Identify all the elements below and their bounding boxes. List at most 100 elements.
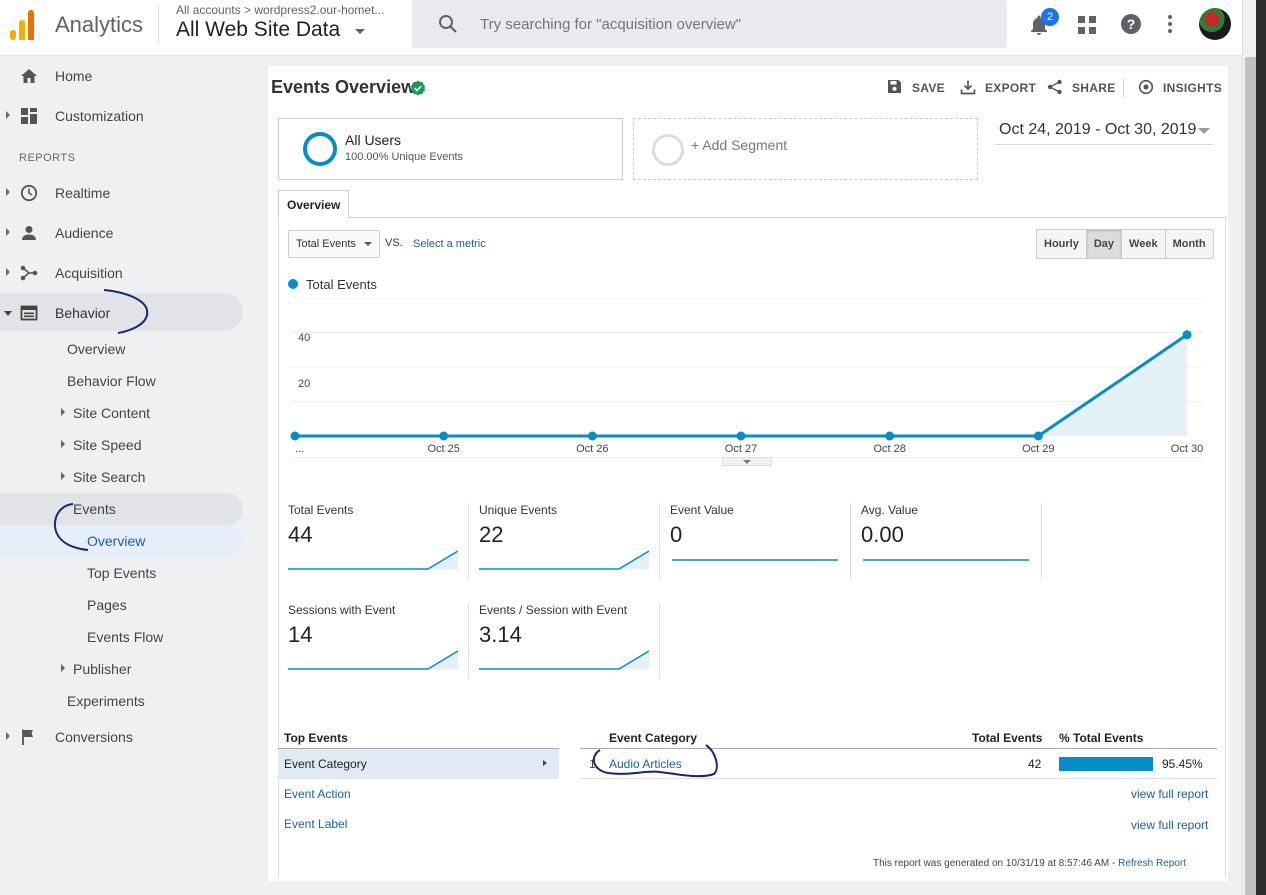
top-events-item-label: Event Category bbox=[284, 757, 367, 771]
sidebar-item-behavior-flow[interactable]: Behavior Flow bbox=[0, 365, 243, 397]
scorecard-events-per-session[interactable]: Events / Session with Event 3.14 bbox=[469, 603, 660, 681]
sparkline bbox=[672, 559, 838, 561]
view-full-report-link[interactable]: view full report bbox=[1131, 787, 1208, 801]
avatar[interactable] bbox=[1199, 8, 1231, 40]
scorecard-label: Event Value bbox=[670, 503, 734, 517]
x-tick-label: ... bbox=[295, 443, 304, 455]
scorecard-unique-events[interactable]: Unique Events 22 bbox=[469, 503, 660, 581]
apps-grid-icon[interactable] bbox=[1078, 16, 1096, 34]
dashboard-icon bbox=[21, 108, 37, 124]
refresh-report-link[interactable]: Refresh Report bbox=[1118, 858, 1186, 869]
clock-icon bbox=[20, 184, 38, 202]
expand-icon bbox=[6, 228, 10, 236]
sidebar-item-behavior-overview[interactable]: Overview bbox=[0, 333, 243, 365]
sidebar-item-pages[interactable]: Pages bbox=[0, 589, 243, 621]
sidebar-item-top-events[interactable]: Top Events bbox=[0, 557, 243, 589]
account-breadcrumb[interactable]: All accounts > wordpress2.our-homet... bbox=[176, 3, 384, 17]
sidebar-item-conversions[interactable]: Conversions bbox=[0, 721, 243, 753]
sidebar-item-label: Home bbox=[55, 68, 93, 84]
insights-label: INSIGHTS bbox=[1163, 81, 1223, 95]
search-bar[interactable]: Try searching for "acquisition overview" bbox=[412, 0, 1007, 48]
expand-icon bbox=[6, 111, 10, 119]
legend-label: Total Events bbox=[306, 277, 377, 292]
chevron-down-icon[interactable] bbox=[1198, 128, 1210, 134]
granularity-week[interactable]: Week bbox=[1122, 230, 1166, 258]
add-segment-button[interactable]: + Add Segment bbox=[633, 118, 978, 180]
scorecard-event-value[interactable]: Event Value 0 bbox=[660, 503, 851, 581]
sidebar-item-events-overview[interactable]: Overview bbox=[0, 525, 243, 557]
x-tick-label: Oct 27 bbox=[725, 443, 757, 455]
divider bbox=[158, 6, 159, 44]
sidebar-item-label: Experiments bbox=[67, 693, 145, 709]
granularity-month[interactable]: Month bbox=[1166, 230, 1213, 258]
sparkline bbox=[288, 650, 458, 670]
y-tick-label: 40 bbox=[298, 332, 310, 344]
sidebar-item-experiments[interactable]: Experiments bbox=[0, 685, 243, 717]
sidebar-item-acquisition[interactable]: Acquisition bbox=[0, 257, 243, 289]
sidebar-item-label: Overview bbox=[87, 533, 146, 549]
sidebar-item-publisher[interactable]: Publisher bbox=[0, 653, 243, 685]
scorecard-total-events[interactable]: Total Events 44 bbox=[278, 503, 469, 581]
sidebar-item-events[interactable]: Events bbox=[0, 493, 243, 525]
expand-icon bbox=[6, 188, 10, 196]
home-icon bbox=[21, 69, 37, 83]
scorecard-value: 0 bbox=[670, 522, 683, 547]
scorecard-label: Avg. Value bbox=[861, 503, 918, 517]
scorecard-value: 44 bbox=[288, 522, 313, 547]
scorecard-label: Events / Session with Event bbox=[479, 603, 628, 617]
sidebar-item-events-flow[interactable]: Events Flow bbox=[0, 621, 243, 653]
series-line bbox=[295, 333, 1188, 438]
sidebar-item-customization[interactable]: Customization bbox=[0, 100, 243, 132]
x-tick-label: Oct 28 bbox=[873, 443, 905, 455]
column-header: Total Events bbox=[972, 731, 1043, 745]
metric-select[interactable]: Total Events bbox=[288, 230, 380, 258]
view-full-report-link[interactable]: view full report bbox=[1131, 818, 1208, 832]
x-tick-label: Oct 26 bbox=[576, 443, 608, 455]
granularity-day[interactable]: Day bbox=[1086, 230, 1123, 258]
more-vert-icon[interactable] bbox=[1166, 14, 1174, 34]
scorecard-avg-value[interactable]: Avg. Value 0.00 bbox=[851, 503, 1042, 581]
date-range-picker[interactable]: Oct 24, 2019 - Oct 30, 2019 bbox=[999, 121, 1196, 139]
sidebar-item-audience[interactable]: Audience bbox=[0, 217, 243, 249]
person-icon bbox=[22, 226, 36, 240]
top-events-header: Top Events bbox=[278, 726, 559, 749]
sidebar-item-site-content[interactable]: Site Content bbox=[0, 397, 243, 429]
scorecard-label: Unique Events bbox=[479, 503, 558, 517]
sparkline bbox=[479, 650, 649, 670]
export-label: EXPORT bbox=[985, 81, 1037, 95]
segment-all-users[interactable]: All Users 100.00% Unique Events bbox=[278, 118, 623, 180]
data-point bbox=[587, 431, 597, 441]
help-icon[interactable]: ? bbox=[1120, 13, 1142, 35]
analytics-logo[interactable] bbox=[10, 8, 38, 40]
expand-icon bbox=[61, 472, 65, 480]
sidebar-item-site-search[interactable]: Site Search bbox=[0, 461, 243, 493]
sidebar-item-realtime[interactable]: Realtime bbox=[0, 177, 243, 209]
scorecard-label: Sessions with Event bbox=[288, 603, 396, 617]
select-metric-link[interactable]: Select a metric bbox=[413, 238, 486, 250]
search-input[interactable]: Try searching for "acquisition overview" bbox=[480, 16, 741, 33]
save-label: SAVE bbox=[912, 81, 945, 95]
data-point bbox=[736, 431, 746, 441]
top-events-item-label-link[interactable]: Event Label bbox=[278, 809, 559, 839]
view-selector[interactable]: All Web Site Data bbox=[176, 18, 340, 42]
scorecard-sessions-with-event[interactable]: Sessions with Event 14 bbox=[278, 603, 469, 681]
event-category-link[interactable]: Audio Articles bbox=[609, 757, 682, 771]
data-point bbox=[1033, 431, 1043, 441]
sparkline bbox=[863, 559, 1029, 561]
view-dropdown-icon[interactable] bbox=[355, 29, 365, 34]
sidebar-item-home[interactable]: Home bbox=[0, 60, 243, 92]
top-events-item-category[interactable]: Event Category bbox=[278, 749, 559, 779]
chart-collapse-handle[interactable] bbox=[722, 457, 772, 466]
scorecard-value: 14 bbox=[288, 622, 313, 647]
report-table-header: Event Category Total Events % Total Even… bbox=[580, 726, 1217, 749]
x-tick-label: Oct 25 bbox=[427, 443, 459, 455]
granularity-hourly[interactable]: Hourly bbox=[1037, 230, 1087, 258]
x-tick-label: Oct 29 bbox=[1022, 443, 1054, 455]
legend-swatch bbox=[288, 279, 298, 289]
tab-overview[interactable]: Overview bbox=[278, 190, 349, 218]
sidebar-item-site-speed[interactable]: Site Speed bbox=[0, 429, 243, 461]
sidebar-item-behavior[interactable]: Behavior bbox=[0, 297, 243, 329]
sidebar-item-label: Site Speed bbox=[73, 437, 142, 453]
metric-select-value: Total Events bbox=[296, 238, 356, 250]
top-events-item-action[interactable]: Event Action bbox=[278, 779, 559, 809]
